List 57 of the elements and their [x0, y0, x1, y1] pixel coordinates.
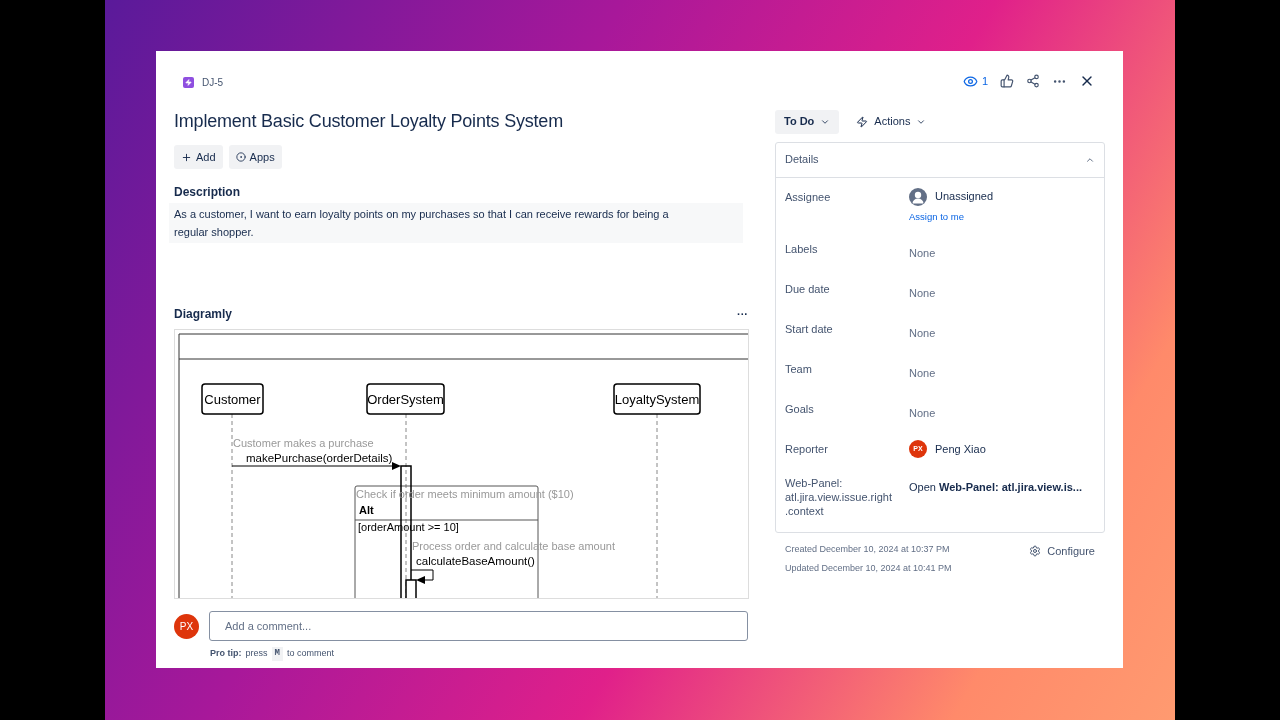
- issue-key-link[interactable]: DJ-5: [202, 75, 224, 90]
- field-label: Goals: [785, 401, 815, 417]
- note-text: Customer makes a purchase: [233, 437, 374, 449]
- settings-icon: [1029, 545, 1042, 557]
- created-date: Created December 10, 2024 at 10:37 PM: [785, 542, 951, 556]
- watchers-button[interactable]: 1: [962, 73, 988, 90]
- apps-icon: [235, 152, 246, 162]
- field-value: None: [909, 246, 936, 259]
- field-label: Labels: [785, 241, 819, 257]
- description-text: As a customer, I want to earn loyalty points on my purchases so that I can receive rewards for being a regular shopper.: [169, 203, 743, 243]
- add-button[interactable]: Add: [174, 145, 223, 169]
- web-panel-link[interactable]: Open Web-Panel: atl.jira.view.is...: [909, 480, 1083, 493]
- story-type-icon: [183, 77, 194, 88]
- details-header[interactable]: Details: [776, 142, 1104, 178]
- tip-text: to comment: [286, 647, 334, 660]
- self-message-arrow: [410, 569, 434, 584]
- more-button[interactable]: ···: [737, 305, 748, 323]
- field-value: None: [909, 366, 936, 379]
- issue-title: Implement Basic Customer Loyalty Points System: [174, 110, 564, 133]
- tip-text: press: [245, 647, 268, 660]
- field-value: None: [909, 286, 936, 299]
- participant-label: Customer: [204, 392, 261, 407]
- assignee-value: Unassigned: [935, 189, 994, 205]
- field-label: Assignee: [785, 189, 832, 205]
- apps-button[interactable]: Apps: [228, 145, 282, 169]
- user-avatar-icon: [909, 187, 927, 206]
- configure-button[interactable]: Configure: [1029, 542, 1095, 560]
- field-label: Web-Panel: atl.jira.view.issue.right.context: [785, 475, 893, 518]
- plus-icon: [181, 151, 192, 163]
- details-heading: Details: [785, 152, 819, 168]
- eye-icon: [962, 73, 978, 89]
- field-value: None: [909, 326, 936, 339]
- diagramly-heading: Diagramly: [174, 306, 233, 323]
- comment-field[interactable]: Add a comment...: [209, 611, 748, 641]
- participant-label: OrderSystem: [367, 392, 444, 407]
- message-label: calculateBaseAmount(): [416, 555, 535, 567]
- thumbs-up-icon[interactable]: [1000, 74, 1014, 89]
- participant-label: LoyaltySystem: [614, 392, 700, 407]
- participant-box: [201, 383, 264, 415]
- message-label: makePurchase(orderDetails): [246, 452, 393, 464]
- field-label: Team: [785, 361, 813, 377]
- field-label: Due date: [785, 281, 831, 297]
- field-value: None: [909, 406, 936, 419]
- user-avatar: PX: [174, 613, 199, 639]
- description-heading: Description: [174, 184, 241, 201]
- updated-date: Updated December 10, 2024 at 10:41 PM: [785, 562, 952, 576]
- keyboard-key: M: [271, 647, 283, 661]
- share-icon[interactable]: [1026, 74, 1040, 89]
- field-label: Reporter: [785, 441, 829, 457]
- actions-button[interactable]: Actions: [847, 109, 936, 134]
- tip-label: Pro tip:: [210, 647, 242, 660]
- assign-to-me-link[interactable]: Assign to me: [909, 209, 1095, 224]
- lightning-icon: [856, 115, 869, 128]
- reporter-value: Peng Xiao: [935, 441, 986, 457]
- status-dropdown[interactable]: To Do: [775, 109, 840, 134]
- alt-label: Alt: [359, 504, 374, 516]
- field-label: Start date: [785, 321, 834, 337]
